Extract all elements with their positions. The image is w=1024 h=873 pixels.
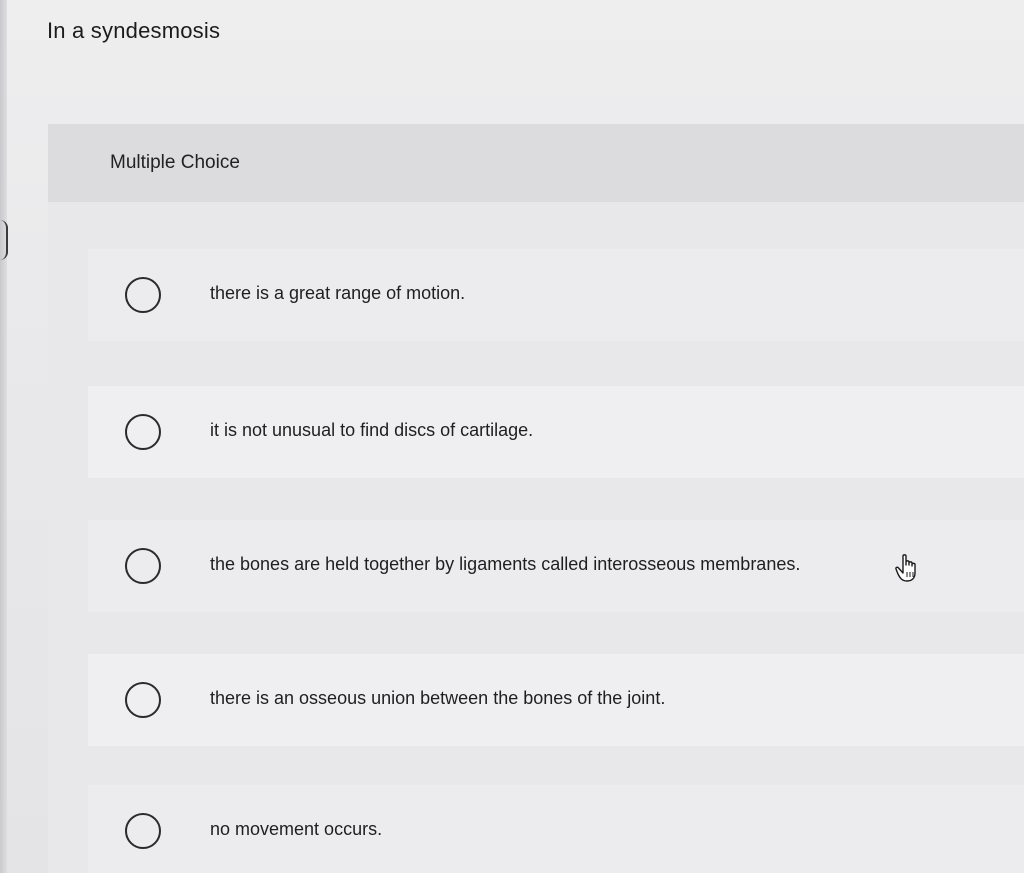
hand-pointer-icon — [895, 554, 916, 582]
answer-option-3[interactable]: the bones are held together by ligaments… — [88, 520, 1024, 612]
answer-option-1[interactable]: there is a great range of motion. — [88, 249, 1024, 341]
radio-unselected-icon[interactable] — [125, 682, 161, 718]
window-left-edge — [0, 0, 8, 873]
answer-options: there is a great range of motion. it is … — [48, 202, 1024, 873]
answer-option-label: the bones are held together by ligaments… — [210, 554, 801, 574]
answer-option-label: there is an osseous union between the bo… — [210, 688, 666, 708]
question-type-label: Multiple Choice — [110, 152, 240, 173]
radio-unselected-icon[interactable] — [125, 813, 161, 849]
answer-option-label: it is not unusual to find discs of carti… — [210, 420, 534, 440]
radio-unselected-icon[interactable] — [125, 548, 161, 584]
answer-option-5[interactable]: no movement occurs. — [88, 785, 1024, 873]
radio-unselected-icon[interactable] — [125, 277, 161, 313]
radio-unselected-icon[interactable] — [125, 414, 161, 450]
answer-option-2[interactable]: it is not unusual to find discs of carti… — [88, 386, 1024, 478]
question-title: In a syndesmosis — [47, 18, 221, 43]
answer-option-label: no movement occurs. — [210, 819, 383, 839]
answer-option-label: there is a great range of motion. — [210, 283, 466, 303]
question-type-header: Multiple Choice — [48, 124, 1024, 202]
question-panel: Multiple Choice there is a great range o… — [48, 124, 1024, 873]
answer-option-4[interactable]: there is an osseous union between the bo… — [88, 654, 1024, 746]
